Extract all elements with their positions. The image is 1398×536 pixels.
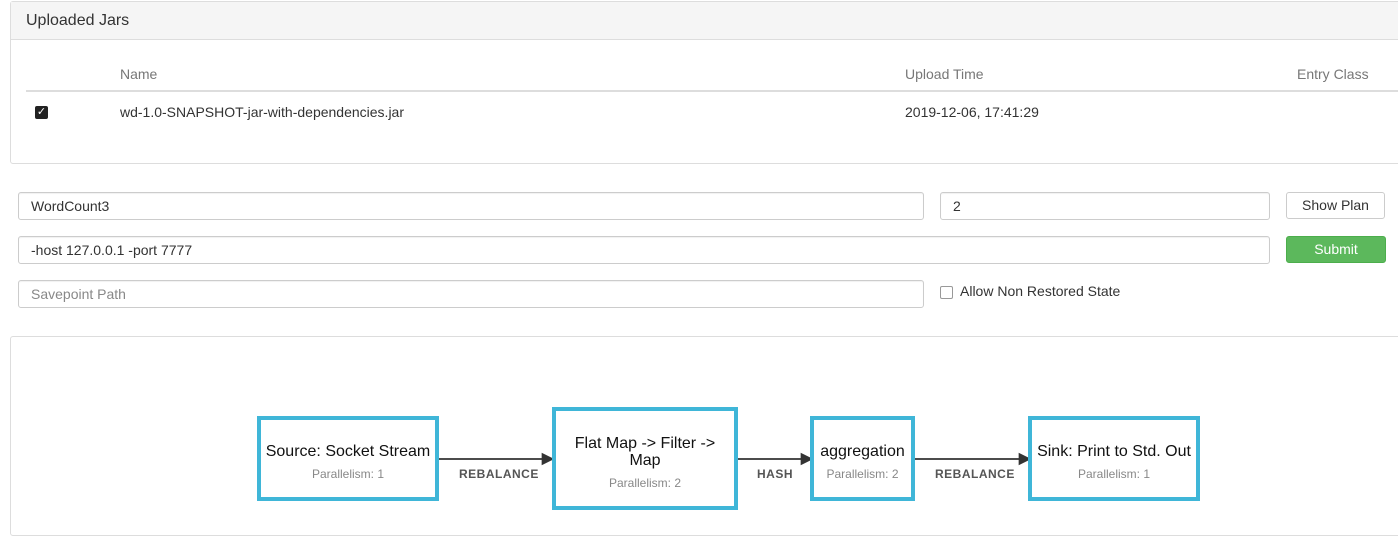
node-title: aggregation	[820, 443, 905, 460]
node-parallelism: Parallelism: 1	[311, 467, 385, 481]
node-title: Sink: Print to Std. Out	[1037, 443, 1191, 460]
plan-node-flatmap[interactable]: Flat Map -> Filter -> Map Parallelism: 2	[552, 407, 738, 510]
plan-node-source[interactable]: Source: Socket Stream Parallelism: 1	[257, 416, 439, 501]
edge-label-hash: HASH	[757, 467, 794, 481]
plan-node-sink[interactable]: Sink: Print to Std. Out Parallelism: 1	[1028, 416, 1200, 501]
plan-node-aggregation[interactable]: aggregation Parallelism: 2	[810, 416, 915, 501]
node-title: Source: Socket Stream	[265, 443, 431, 460]
node-parallelism: Parallelism: 2	[826, 467, 899, 481]
edge-label-rebalance: REBALANCE	[459, 467, 539, 481]
edge-label-rebalance: REBALANCE	[935, 467, 1015, 481]
node-title: Flat Map -> Filter -> Map	[574, 435, 716, 469]
node-parallelism: Parallelism: 1	[1077, 467, 1151, 481]
node-parallelism: Parallelism: 2	[608, 476, 682, 490]
